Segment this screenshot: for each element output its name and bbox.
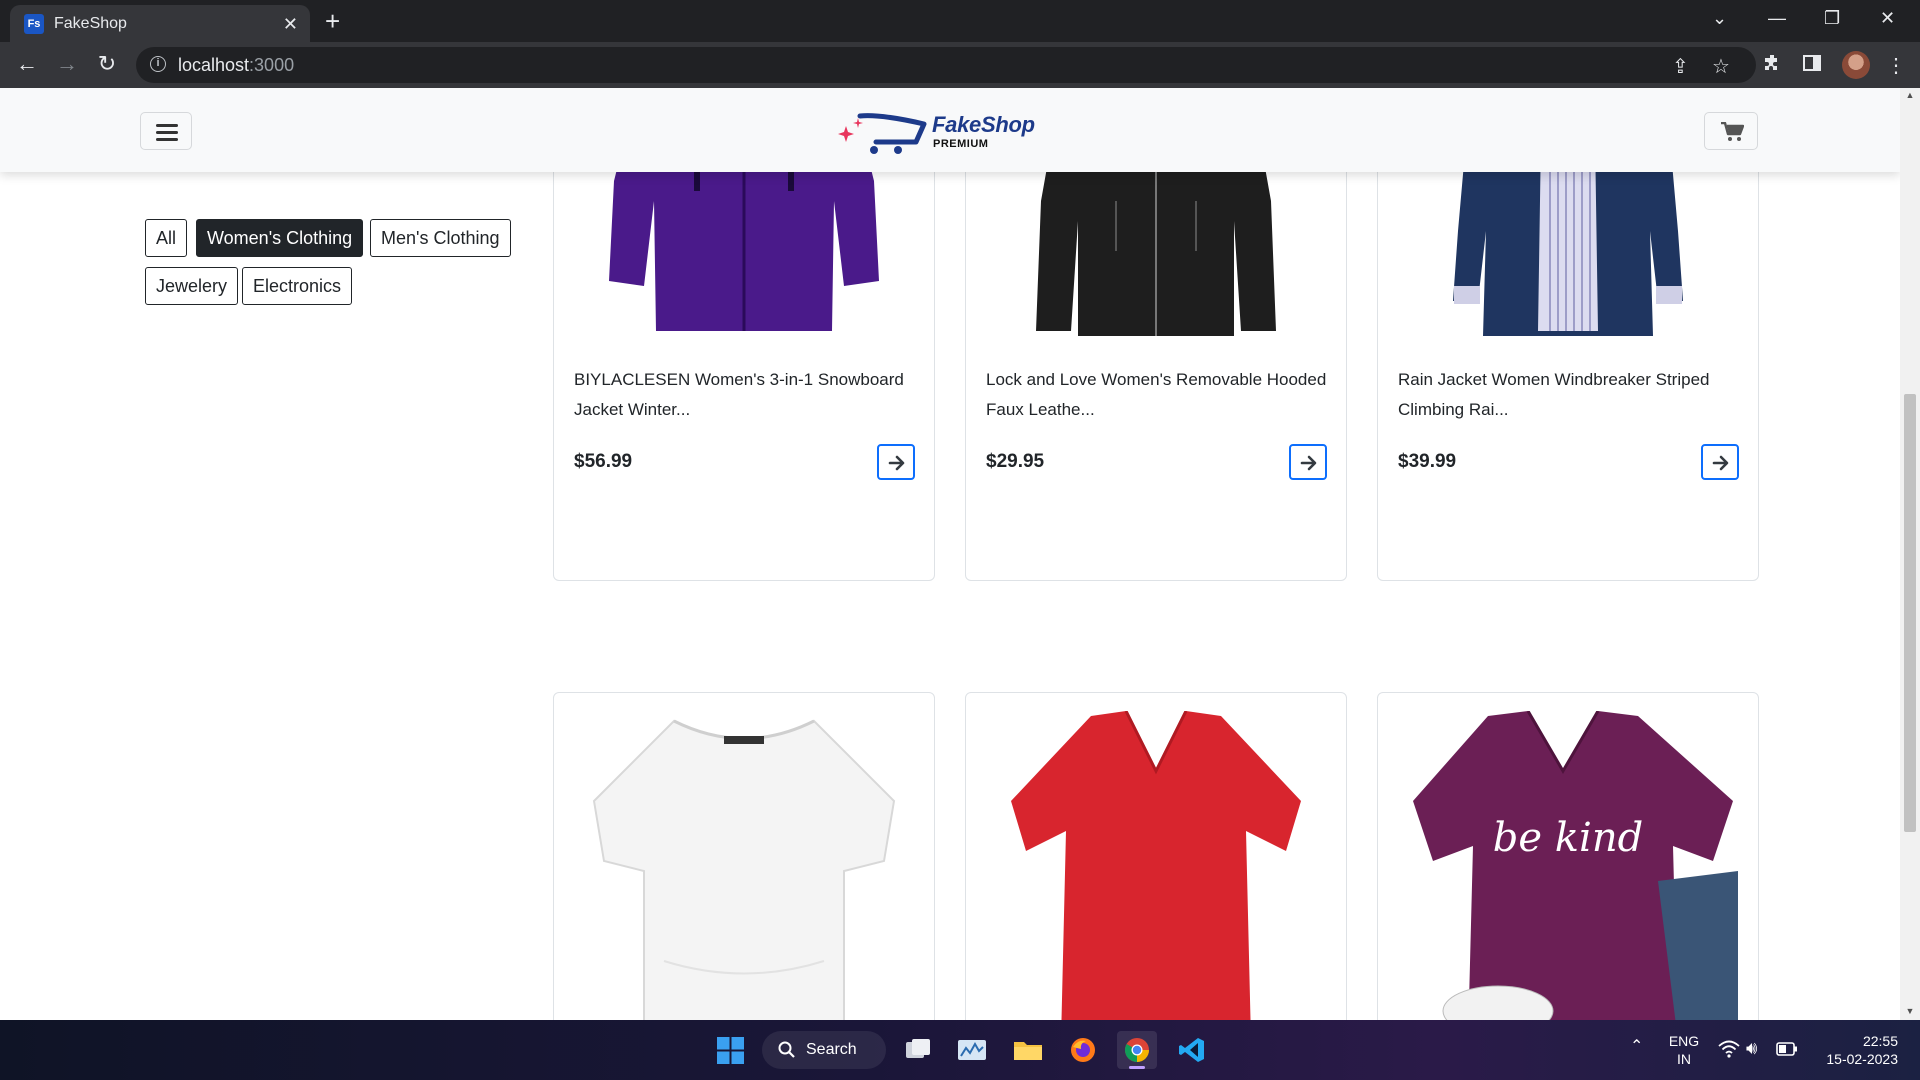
product-price: $29.95 <box>986 451 1045 472</box>
browser-tab[interactable]: Fs FakeShop ✕ <box>10 5 310 42</box>
search-icon <box>778 1041 795 1058</box>
browser-titlebar: Fs FakeShop ✕ + ⌄ — ❐ ✕ <box>0 0 1920 42</box>
tab-search-icon[interactable]: ⌄ <box>1712 8 1727 29</box>
battery-icon[interactable] <box>1776 1042 1798 1060</box>
site-header: FakeShop PREMIUM <box>0 88 1900 172</box>
cart-button[interactable] <box>1704 112 1758 150</box>
product-card[interactable] <box>553 692 935 1020</box>
chrome-menu-icon[interactable]: ⋮ <box>1886 53 1906 78</box>
arrow-right-icon <box>1712 455 1729 471</box>
filter-all-button[interactable]: All <box>145 219 188 257</box>
product-title: Rain Jacket Women Windbreaker Striped Cl… <box>1398 370 1710 419</box>
vscode-icon[interactable] <box>1172 1031 1212 1069</box>
product-title: BIYLACLESEN Women's 3-in-1 Snowboard Jac… <box>574 370 904 419</box>
windows-taskbar: Search ⌃ ENG IN 🔊︎ 22:55 15-02-2023 <box>0 1020 1920 1080</box>
product-price: $39.99 <box>1398 451 1457 472</box>
fakeshop-logo[interactable]: FakeShop PREMIUM <box>836 104 1036 158</box>
logo-subtitle: PREMIUM <box>933 138 989 150</box>
scroll-up-icon[interactable]: ▲ <box>1900 90 1920 100</box>
share-icon[interactable]: ⇪ <box>1672 54 1689 79</box>
view-product-button[interactable] <box>877 444 915 480</box>
taskbar-clock[interactable]: 22:55 15-02-2023 <box>1818 1032 1898 1068</box>
window-close-icon[interactable]: ✕ <box>1880 8 1895 29</box>
page-viewport: FakeShop PREMIUM All Women's Clothing Me… <box>0 88 1900 1020</box>
product-price: $56.99 <box>574 451 633 472</box>
profile-avatar[interactable] <box>1842 51 1870 79</box>
reload-icon[interactable]: ↻ <box>93 52 121 76</box>
product-image <box>592 719 896 1020</box>
product-title: Lock and Love Women's Removable Hooded F… <box>986 370 1327 419</box>
side-panel-icon[interactable] <box>1802 53 1822 79</box>
restore-icon[interactable]: ❐ <box>1824 8 1840 29</box>
tshirt-print-text: be kind <box>1493 815 1643 861</box>
forward-icon[interactable]: → <box>53 52 81 76</box>
product-card[interactable]: be kind <box>1377 692 1759 1020</box>
arrow-right-icon <box>888 455 905 471</box>
firefox-icon[interactable] <box>1063 1031 1103 1069</box>
logo-name: FakeShop <box>932 112 1035 137</box>
cart-icon <box>1721 122 1744 141</box>
view-product-button[interactable] <box>1701 444 1739 480</box>
taskbar-search[interactable]: Search <box>762 1031 886 1069</box>
windows-logo-icon <box>717 1037 744 1064</box>
back-icon[interactable]: ← <box>13 52 41 76</box>
tab-title: FakeShop <box>54 15 127 32</box>
url-text: localhost:3000 <box>178 55 295 75</box>
view-product-button[interactable] <box>1289 444 1327 480</box>
arrow-right-icon <box>1300 455 1317 471</box>
scroll-thumb[interactable] <box>1904 394 1916 832</box>
hamburger-menu-button[interactable] <box>140 112 192 150</box>
product-image <box>1011 711 1301 1020</box>
site-info-icon[interactable]: i <box>150 56 166 72</box>
bookmark-star-icon[interactable]: ☆ <box>1712 54 1730 79</box>
filter-womens-clothing-button[interactable]: Women's Clothing <box>196 219 364 257</box>
filter-mens-clothing-button[interactable]: Men's Clothing <box>370 219 511 257</box>
scroll-down-icon[interactable]: ▼ <box>1900 1006 1920 1016</box>
address-bar[interactable]: i localhost:3000 ⇪ ☆ <box>136 47 1756 83</box>
start-button[interactable] <box>710 1031 750 1069</box>
tab-close-icon[interactable]: ✕ <box>283 14 298 34</box>
new-tab-icon[interactable]: + <box>325 8 340 34</box>
page-scrollbar[interactable]: ▲ ▼ <box>1900 88 1920 1020</box>
filter-jewelery-button[interactable]: Jewelery <box>145 267 239 305</box>
minimize-icon[interactable]: — <box>1768 8 1786 29</box>
file-explorer-icon[interactable] <box>1008 1031 1048 1069</box>
extensions-icon[interactable] <box>1762 53 1782 79</box>
taskbar-search-label: Search <box>806 1041 857 1058</box>
language-indicator[interactable]: ENG IN <box>1666 1032 1702 1068</box>
volume-icon[interactable]: 🔊︎ <box>1746 1039 1757 1057</box>
tray-overflow-icon[interactable]: ⌃ <box>1630 1038 1643 1056</box>
product-image: be kind <box>1413 711 1738 1020</box>
shopping-cart-logo-icon <box>838 113 927 154</box>
browser-toolbar: ← → ↻ i localhost:3000 ⇪ ☆ ⋮ <box>0 42 1920 88</box>
favicon-icon: Fs <box>24 14 44 34</box>
filter-electronics-button[interactable]: Electronics <box>242 267 353 305</box>
wifi-icon[interactable] <box>1718 1040 1740 1062</box>
system-monitor-icon[interactable] <box>952 1031 992 1069</box>
product-card[interactable] <box>965 692 1347 1020</box>
chrome-taskbar-icon[interactable] <box>1117 1031 1157 1069</box>
task-view-icon[interactable] <box>898 1031 938 1069</box>
